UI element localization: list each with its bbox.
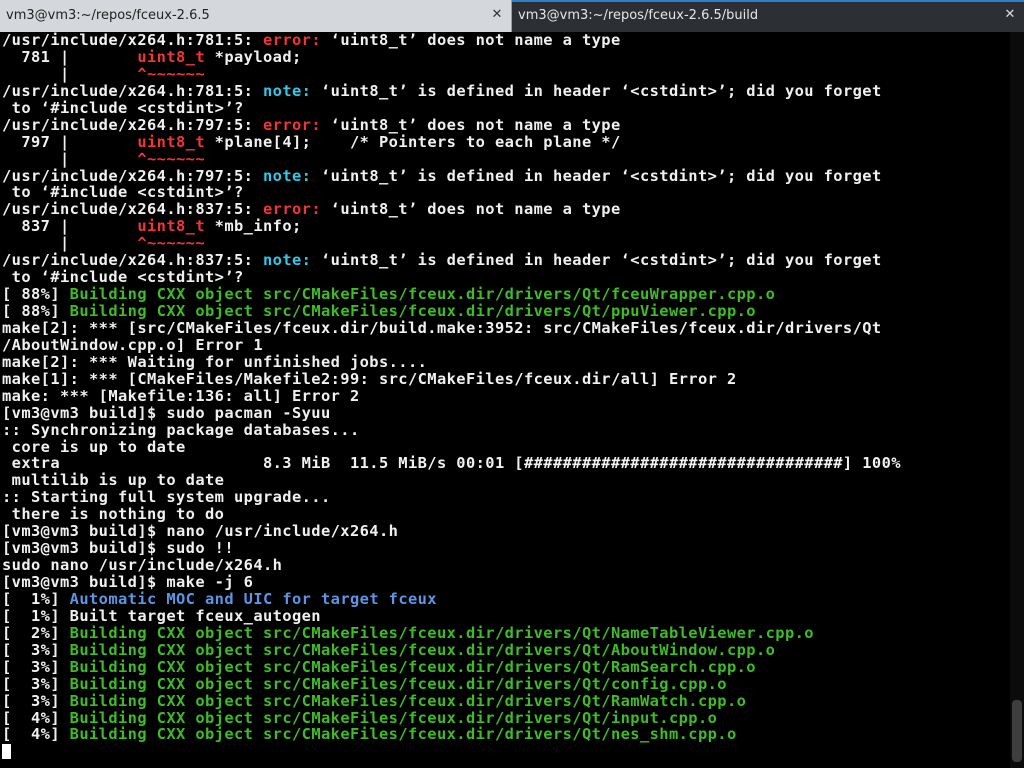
terminal-line: to ‘#include <cstdint>’? (2, 183, 244, 202)
terminal-line: [ 3%] Building CXX object src/CMakeFiles… (2, 640, 776, 659)
tab-fceux-root[interactable]: vm3@vm3:~/repos/fceux-2.6.5 ✕ (0, 0, 512, 32)
terminal-line: 837 | uint8_t *mb_info; (2, 217, 302, 236)
terminal-line: core is up to date (2, 437, 186, 456)
close-icon[interactable]: ✕ (489, 7, 505, 23)
terminal-line: make[2]: *** [src/CMakeFiles/fceux.dir/b… (2, 318, 882, 337)
terminal-line: /usr/include/x264.h:797:5: note: ‘uint8_… (2, 166, 882, 185)
terminal-line: make: *** [Makefile:136: all] Error 2 (2, 386, 360, 405)
terminal-line: /usr/include/x264.h:797:5: error: ‘uint8… (2, 115, 621, 134)
terminal-line: make[1]: *** [CMakeFiles/Makefile2:99: s… (2, 369, 737, 388)
terminal-line: /usr/include/x264.h:837:5: error: ‘uint8… (2, 200, 621, 219)
terminal-line: [ 3%] Building CXX object src/CMakeFiles… (2, 691, 747, 710)
prompt-line[interactable] (0, 743, 1010, 760)
terminal-line: sudo nano /usr/include/x264.h (2, 556, 283, 575)
terminal-line: [ 1%] Automatic MOC and UIC for target f… (2, 589, 437, 608)
terminal-line: [vm3@vm3 build]$ nano /usr/include/x264.… (2, 522, 399, 541)
terminal-line: [ 88%] Building CXX object src/CMakeFile… (2, 302, 756, 320)
terminal-line: :: Synchronizing package databases... (2, 420, 360, 439)
terminal-line: [ 1%] Built target fceux_autogen (2, 606, 321, 625)
tab-bar: vm3@vm3:~/repos/fceux-2.6.5 ✕ vm3@vm3:~/… (0, 0, 1024, 32)
terminal-line: /usr/include/x264.h:781:5: error: ‘uint8… (2, 32, 621, 49)
terminal-line: :: Starting full system upgrade... (2, 488, 331, 507)
scrollbar-thumb[interactable] (1012, 700, 1022, 762)
terminal-line: to ‘#include <cstdint>’? (2, 268, 244, 287)
close-icon[interactable]: ✕ (1002, 7, 1018, 23)
terminal-output[interactable]: /usr/include/x264.h:781:5: error: ‘uint8… (0, 32, 1010, 768)
terminal-line: multilib is up to date (2, 471, 225, 490)
terminal-line: | ^~~~~~~ (2, 149, 205, 168)
terminal-line: | ^~~~~~~ (2, 64, 205, 83)
terminal-line: [vm3@vm3 build]$ make -j 6 (2, 573, 254, 591)
tab-title: vm3@vm3:~/repos/fceux-2.6.5 (6, 8, 210, 23)
terminal-line: /AboutWindow.cpp.o] Error 1 (2, 335, 263, 354)
terminal-line: [ 88%] Building CXX object src/CMakeFile… (2, 285, 776, 304)
terminal-line: make[2]: *** Waiting for unfinished jobs… (2, 352, 428, 371)
tab-title: vm3@vm3:~/repos/fceux-2.6.5/build (518, 8, 759, 23)
terminal-line: 781 | uint8_t *payload; (2, 47, 302, 66)
terminal-line: 797 | uint8_t *plane[4]; /* Pointers to … (2, 132, 621, 151)
terminal-line: [ 2%] Building CXX object src/CMakeFiles… (2, 623, 814, 642)
terminal-line: [ 3%] Building CXX object src/CMakeFiles… (2, 674, 727, 693)
terminal-line: /usr/include/x264.h:837:5: note: ‘uint8_… (2, 251, 882, 270)
terminal-line: [ 4%] Building CXX object src/CMakeFiles… (2, 708, 718, 727)
terminal-line: | ^~~~~~~ (2, 234, 205, 253)
terminal-line: [vm3@vm3 build]$ sudo !! (2, 539, 234, 558)
terminal-line: to ‘#include <cstdint>’? (2, 98, 244, 117)
scrollbar[interactable] (1010, 32, 1024, 768)
terminal-line: [vm3@vm3 build]$ sudo pacman -Syuu (2, 403, 331, 422)
terminal-line: [ 4%] Building CXX object src/CMakeFiles… (2, 725, 737, 744)
text-cursor (2, 744, 11, 760)
terminal-line: extra 8.3 MiB 11.5 MiB/s 00:01 [########… (2, 454, 901, 473)
tab-fceux-build[interactable]: vm3@vm3:~/repos/fceux-2.6.5/build ✕ (512, 0, 1024, 32)
terminal-line: /usr/include/x264.h:781:5: note: ‘uint8_… (2, 81, 882, 100)
terminal-line: there is nothing to do (2, 505, 225, 524)
terminal-line: [ 3%] Building CXX object src/CMakeFiles… (2, 657, 756, 676)
